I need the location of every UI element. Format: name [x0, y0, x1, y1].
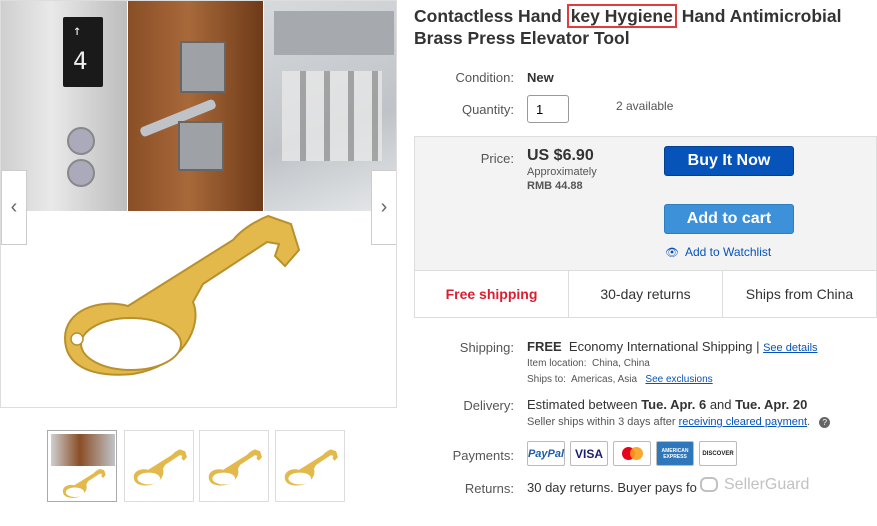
- delivery-prefix: Estimated between: [527, 397, 642, 412]
- shipping-line: FREE Economy International Shipping | Se…: [527, 339, 818, 354]
- add-to-cart-button[interactable]: Add to cart: [664, 204, 794, 234]
- shipping-method: Economy International Shipping |: [568, 339, 760, 354]
- ships-to-value: Americas, Asia: [570, 374, 638, 385]
- returns-text: 30 day returns. Buyer pays fo: [527, 480, 697, 495]
- delivery-and: and: [706, 397, 736, 412]
- payments-label: Payments:: [452, 448, 514, 463]
- chevron-right-icon: ›: [380, 196, 388, 218]
- visa-icon: VISA: [570, 441, 608, 466]
- price-label: Price:: [480, 151, 514, 166]
- item-location-label: Item location:: [527, 358, 587, 369]
- condition-label: Condition:: [455, 70, 514, 85]
- add-to-watchlist-link[interactable]: 👁 Add to Watchlist: [665, 245, 771, 259]
- approx-value: RMB 44.88: [527, 180, 583, 192]
- paypal-icon: PayPal: [527, 441, 565, 466]
- ships-to-label: Ships to:: [527, 374, 566, 385]
- thumbnail-2[interactable]: [124, 430, 194, 502]
- delivery-note-prefix: Seller ships within 3 days after: [527, 416, 679, 428]
- feature-free-shipping: Free shipping: [415, 271, 569, 317]
- mastercard-icon: [613, 441, 651, 466]
- delivery-date-end: Tue. Apr. 20: [735, 397, 808, 412]
- thumbnail-3[interactable]: [199, 430, 269, 502]
- product-image-gallery[interactable]: ↑ 4 ‹ ›: [0, 0, 397, 408]
- feature-ships-from: Ships from China: [745, 286, 854, 302]
- thumbnail-4[interactable]: [275, 430, 345, 502]
- shipping-free: FREE: [527, 339, 562, 354]
- chevron-left-icon: ‹: [10, 196, 18, 218]
- ships-to: Ships to: Americas, Asia See exclusions: [527, 374, 713, 385]
- hand-key-tool-image: [63, 214, 301, 376]
- highlighted-keyword: key Hygiene: [566, 4, 677, 28]
- watchlist-label: Add to Watchlist: [684, 245, 772, 259]
- price-amount: US $6.90: [527, 147, 594, 164]
- delivery-estimate: Estimated between Tue. Apr. 6 and Tue. A…: [527, 397, 807, 412]
- buy-it-now-button[interactable]: Buy It Now: [664, 146, 794, 176]
- returns-label: Returns:: [464, 481, 514, 496]
- cleared-payment-link[interactable]: receiving cleared payment: [679, 416, 807, 428]
- help-icon[interactable]: ?: [819, 417, 831, 428]
- thumbnail-1[interactable]: [47, 430, 117, 502]
- shipping-label: Shipping:: [459, 340, 514, 355]
- quantity-label: Quantity:: [461, 102, 514, 117]
- watermark: SellerGuard: [700, 476, 809, 494]
- delivery-label: Delivery:: [463, 398, 514, 413]
- door-handle-photo: [128, 1, 263, 211]
- see-exclusions-link[interactable]: See exclusions: [645, 374, 712, 385]
- delivery-date-start: Tue. Apr. 6: [641, 397, 707, 412]
- delivery-note-suffix: .: [807, 416, 811, 428]
- condition-value: New: [527, 70, 554, 85]
- feature-strip: Free shipping 30-day returns Ships from …: [415, 270, 876, 317]
- available-count: 2 available: [616, 99, 674, 113]
- chat-bubble-icon: [700, 477, 718, 493]
- discover-icon: DISCOVER: [699, 441, 737, 466]
- delivery-note: Seller ships within 3 days after receivi…: [527, 416, 831, 428]
- watermark-text: SellerGuard: [724, 476, 810, 493]
- item-location-value: China, China: [592, 358, 650, 369]
- previous-image-button[interactable]: ‹: [1, 170, 27, 245]
- item-location: Item location: China, China: [527, 358, 650, 369]
- approx-label: Approximately: [527, 166, 597, 178]
- amex-icon: AMERICAN EXPRESS: [656, 441, 694, 466]
- quantity-input[interactable]: [527, 95, 569, 123]
- eye-icon: 👁: [665, 247, 679, 259]
- shipping-see-details-link[interactable]: See details: [763, 342, 817, 354]
- next-image-button[interactable]: ›: [371, 170, 396, 245]
- feature-returns: 30-day returns: [569, 271, 723, 317]
- listing-title: Contactless Hand key Hygiene Hand Antimi…: [414, 4, 842, 48]
